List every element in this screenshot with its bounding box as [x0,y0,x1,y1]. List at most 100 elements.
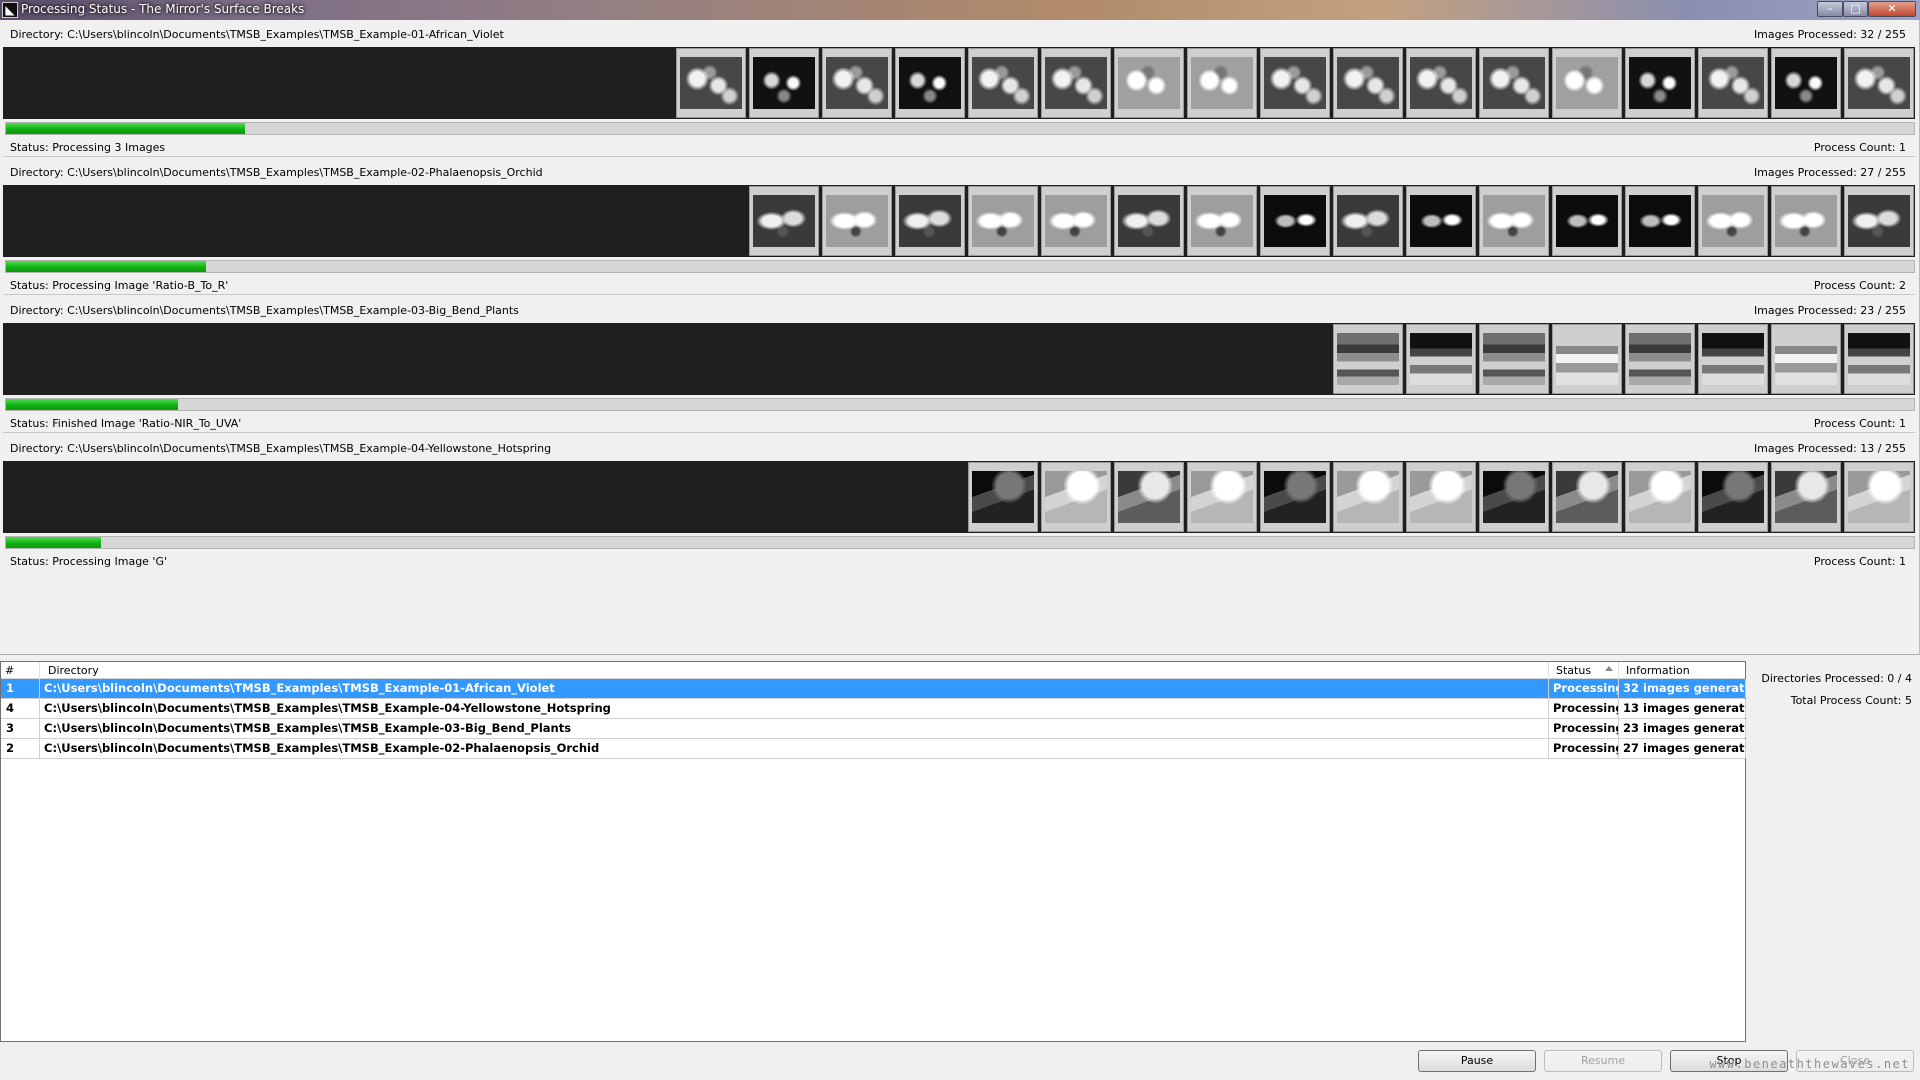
thumbnail [1187,462,1257,532]
thumbnail-image [1702,333,1764,385]
column-header-directory[interactable]: Directory [40,662,1549,679]
progress-fill [6,123,245,134]
window-title: Processing Status - The Mirror's Surface… [21,2,305,16]
row-information: 23 images generated [1619,719,1746,738]
thumbnail-image [1264,471,1326,523]
table-row[interactable]: 4 C:\Users\blincoln\Documents\TMSB_Exampl… [1,699,1746,719]
row-number: 2 [1,739,40,758]
thumbnail-image [1556,195,1618,247]
thumbnail-image [680,57,742,109]
thumbnail-image [753,195,815,247]
column-header-number[interactable]: # [1,662,40,679]
thumbnail [1844,48,1914,118]
pause-button[interactable]: Pause [1418,1050,1536,1072]
sort-ascending-icon [1605,666,1613,671]
thumbnail-image [1410,57,1472,109]
thumbnail [1625,48,1695,118]
images-processed: Images Processed: 13 / 255 [1753,442,1906,455]
resume-button[interactable]: Resume [1544,1050,1662,1072]
process-count: Process Count: 1 [1813,555,1906,568]
divider [3,432,1915,433]
thumbnail [1479,462,1549,532]
thumbnail [1041,462,1111,532]
images-processed: Images Processed: 32 / 255 [1753,28,1906,41]
thumbnail [1552,324,1622,394]
row-number: 4 [1,699,40,718]
thumbnail-image [1410,471,1472,523]
row-number: 1 [1,679,40,698]
thumbnail [1041,48,1111,118]
thumbnail-image [1629,57,1691,109]
app-icon[interactable]: ◣ [2,2,18,18]
process-count: Process Count: 1 [1813,141,1906,154]
thumbnail [749,186,819,256]
progress-bar [5,260,1915,273]
table-row[interactable]: 2 C:\Users\blincoln\Documents\TMSB_Exampl… [1,739,1746,759]
thumbnail-image [1556,471,1618,523]
progress-bar [5,536,1915,549]
table-row[interactable]: 3 C:\Users\blincoln\Documents\TMSB_Exampl… [1,719,1746,739]
thumbnail-image [753,57,815,109]
thumbnail-image [1848,57,1910,109]
thumbnail [822,186,892,256]
thumbnail [1552,48,1622,118]
thumbnail [1406,462,1476,532]
thumbnail [1698,48,1768,118]
title-bar[interactable]: ◣ Processing Status - The Mirror's Surfa… [0,0,1920,20]
process-count: Process Count: 1 [1813,417,1906,430]
process-count: Process Count: 2 [1813,279,1906,292]
panel-directory: Directory: C:\Users\blincoln\Documents\T… [10,442,552,455]
processing-panel: Directory: C:\Users\blincoln\Documents\T… [3,20,1915,158]
thumbnail-image [1702,471,1764,523]
thumbnail [1333,324,1403,394]
thumbnail-image [1775,471,1837,523]
thumbnail [1406,324,1476,394]
thumbnail-image [1410,333,1472,385]
thumbnail-strip [3,323,1915,395]
thumbnail [1698,324,1768,394]
thumbnail-image [1483,57,1545,109]
thumbnail-image [1264,57,1326,109]
thumbnail [968,186,1038,256]
processing-panel: Directory: C:\Users\blincoln\Documents\T… [3,434,1915,572]
row-status: Processing [1549,739,1619,758]
thumbnail-image [1045,57,1107,109]
thumbnail [1260,186,1330,256]
thumbnail [968,48,1038,118]
thumbnail [749,48,819,118]
total-process-count: Total Process Count: 5 [1790,694,1912,707]
thumbnail [895,48,965,118]
thumbnail [1114,186,1184,256]
row-information: 27 images generated [1619,739,1746,758]
thumbnail-image [1045,195,1107,247]
thumbnail-image [1337,195,1399,247]
thumbnail [1771,186,1841,256]
thumbnail-image [972,195,1034,247]
thumbnail [1552,462,1622,532]
images-processed: Images Processed: 27 / 255 [1753,166,1906,179]
thumbnail [676,48,746,118]
thumbnail-image [1264,195,1326,247]
column-header-information[interactable]: Information [1619,662,1746,679]
thumbnail-image [826,57,888,109]
thumbnail [1479,48,1549,118]
thumbnail [1771,462,1841,532]
thumbnail-image [1702,195,1764,247]
thumbnail-image [972,57,1034,109]
maximize-button[interactable]: □ [1843,1,1868,17]
directory-table[interactable]: # Directory Status Information 1 C:\Users… [0,661,1746,1042]
close-window-button[interactable]: ✕ [1868,1,1916,17]
table-row[interactable]: 1 C:\Users\blincoln\Documents\TMSB_Exampl… [1,679,1746,699]
thumbnail [1771,48,1841,118]
thumbnail-image [1191,471,1253,523]
thumbnail-image [1629,195,1691,247]
thumbnail [1625,324,1695,394]
thumbnail-image [972,471,1034,523]
panel-status: Status: Processing Image 'G' [10,555,168,568]
panel-directory: Directory: C:\Users\blincoln\Documents\T… [10,166,543,179]
thumbnail-image [899,195,961,247]
thumbnail-image [1556,333,1618,385]
thumbnail [1698,186,1768,256]
thumbnail [1187,48,1257,118]
minimize-button[interactable]: – [1817,1,1843,17]
